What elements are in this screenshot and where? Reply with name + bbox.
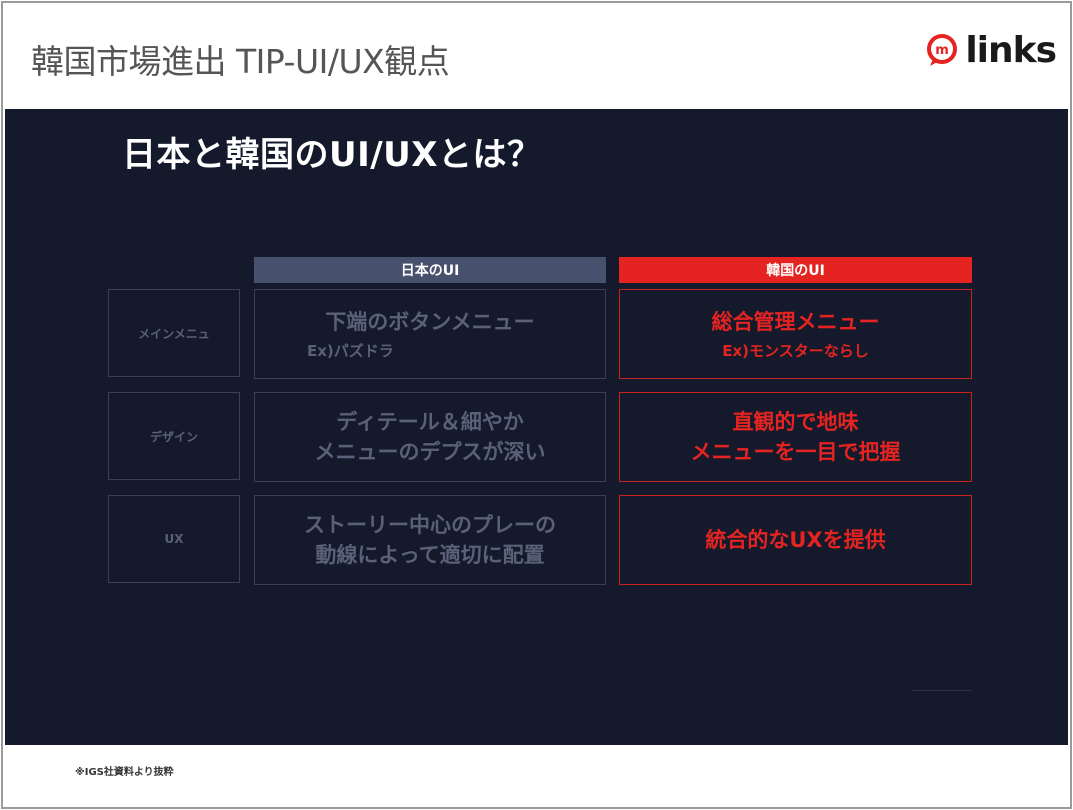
korea-main-menu-text: 総合管理メニュー	[711, 310, 880, 334]
svg-text:m: m	[936, 43, 950, 58]
japan-main-menu-example: Ex)パズドラ	[307, 342, 394, 360]
japan-main-menu-text: 下端のボタンメニュー	[325, 310, 535, 334]
slide: 韓国市場進出 TIP-UI/UX観点 m links 日本と韓国のUI/UXとは…	[1, 1, 1072, 809]
korea-ux-text: 統合的なUXを提供	[705, 528, 886, 552]
column-header-japan: 日本のUI	[254, 257, 606, 283]
slide-heading: 日本と韓国のUI/UXとは？	[122, 135, 542, 175]
japan-design-text: ディテール＆細やか メニューのデプスが深い	[314, 410, 546, 464]
japan-cell-design: ディテール＆細やか メニューのデプスが深い	[254, 392, 606, 482]
comparison-panel: 日本と韓国のUI/UXとは？ 日本のUI 韓国のUI メインメニュ 下端のボタン…	[5, 109, 1068, 745]
source-footnote: ※IGS社資料より抜粋	[75, 767, 174, 778]
japan-ux-text: ストーリー中心のプレーの 動線によって適切に配置	[304, 513, 556, 567]
japan-cell-main-menu: 下端のボタンメニュー Ex)パズドラ	[254, 289, 606, 379]
column-header-korea: 韓国のUI	[619, 257, 972, 283]
japan-cell-ux: ストーリー中心のプレーの 動線によって適切に配置	[254, 495, 606, 585]
korea-cell-ux: 統合的なUXを提供	[619, 495, 972, 585]
row-label-main-menu: メインメニュ	[108, 289, 240, 377]
row-label-design: デザイン	[108, 392, 240, 480]
slide-header: 韓国市場進出 TIP-UI/UX観点 m links	[3, 3, 1070, 107]
links-logo: m links	[925, 30, 1057, 71]
logo-text: links	[965, 30, 1057, 71]
divider	[912, 690, 972, 691]
korea-design-text: 直観的で地味 メニューを一目で把握	[690, 410, 901, 464]
page-title: 韓国市場進出 TIP-UI/UX観点	[31, 42, 450, 81]
korea-cell-design: 直観的で地味 メニューを一目で把握	[619, 392, 972, 482]
speech-bubble-m-icon: m	[925, 33, 961, 69]
korea-cell-main-menu: 総合管理メニュー Ex)モンスターならし	[619, 289, 972, 379]
row-label-ux: UX	[108, 495, 240, 583]
korea-main-menu-example: Ex)モンスターならし	[722, 342, 869, 360]
